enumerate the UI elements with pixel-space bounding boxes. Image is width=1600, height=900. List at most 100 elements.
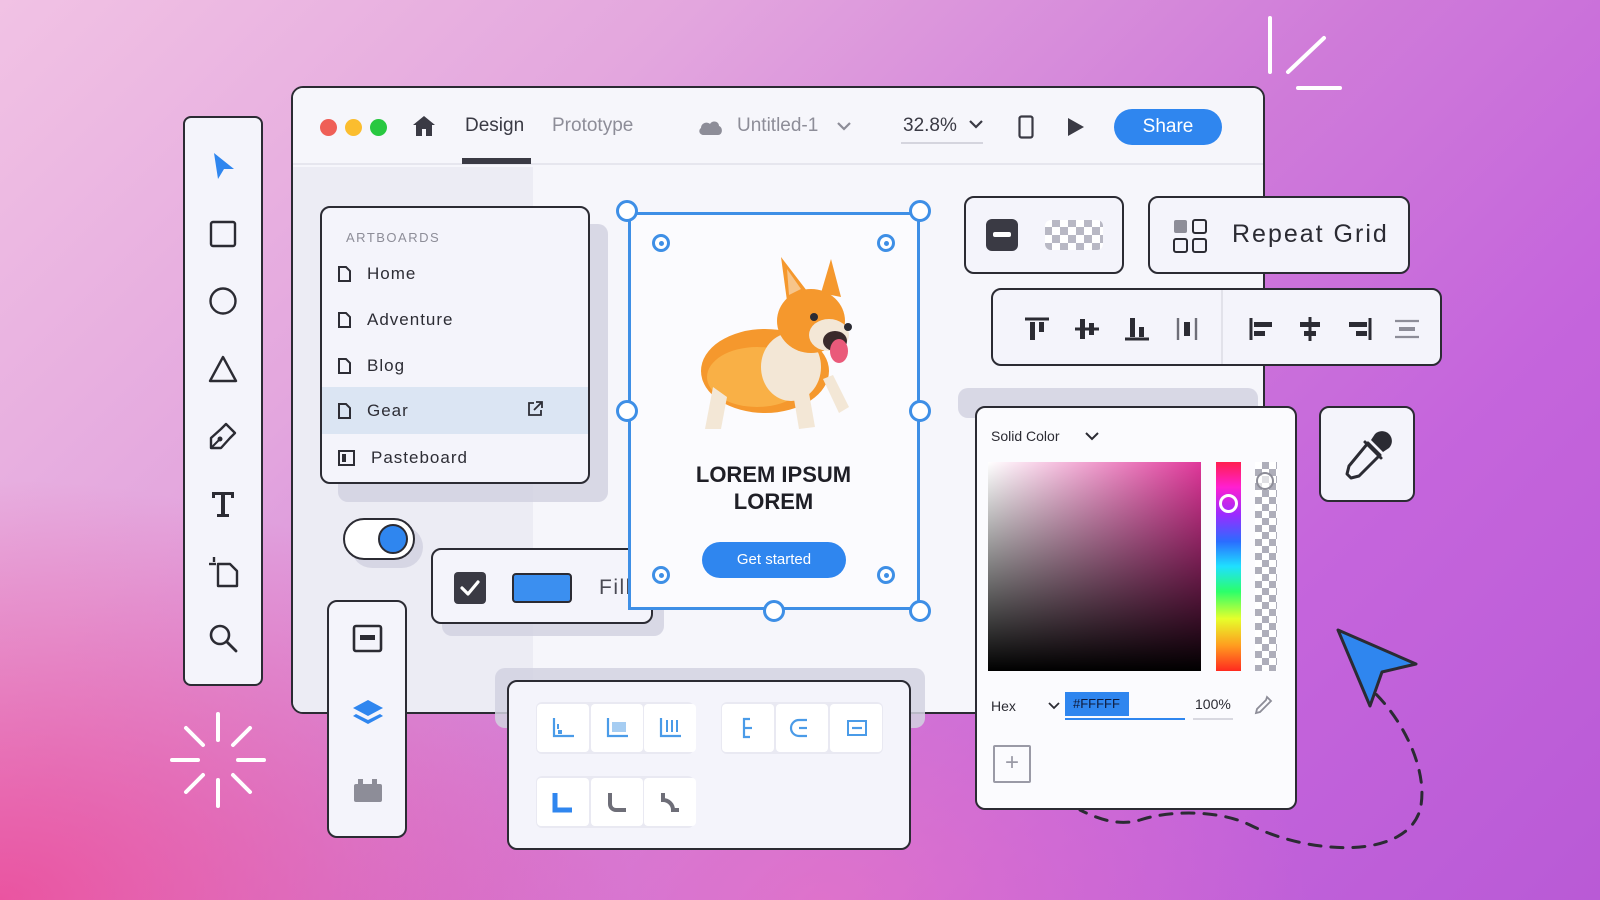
radius-handle-top-right[interactable]	[877, 234, 895, 252]
artboards-panel: ARTBOARDS Home Adventure Blog Gear Paste…	[320, 206, 590, 484]
eyedropper-panel[interactable]	[1319, 406, 1415, 502]
page-icon	[338, 311, 351, 328]
opacity-slider-thumb[interactable]	[1256, 472, 1274, 490]
layers-icon[interactable]	[351, 698, 385, 730]
padding-left-icon	[552, 718, 574, 738]
corner-square-button[interactable]	[537, 778, 589, 826]
stack-center-button[interactable]	[776, 704, 828, 752]
color-format-label[interactable]: Hex	[991, 698, 1016, 714]
zoom-tool[interactable]	[203, 618, 243, 658]
resize-handle-left[interactable]	[616, 400, 638, 422]
share-button[interactable]: Share	[1114, 109, 1222, 145]
home-icon[interactable]	[411, 114, 437, 138]
color-mode-label[interactable]: Solid Color	[991, 428, 1059, 444]
corner-square-icon	[552, 793, 572, 813]
padding-left-button[interactable]	[537, 704, 589, 752]
preview-headline-line1: LOREM IPSUM	[695, 462, 852, 487]
padding-all-icon	[659, 718, 681, 738]
corner-chamfer-icon	[661, 793, 679, 812]
cursor-icon	[1336, 628, 1418, 708]
pasteboard-icon	[338, 449, 355, 466]
hue-slider-thumb[interactable]	[1219, 494, 1238, 513]
get-started-button[interactable]: Get started	[702, 542, 846, 578]
resize-handle-bottom-right[interactable]	[909, 600, 931, 622]
maximize-window-button[interactable]	[370, 119, 387, 136]
corner-chamfer-button[interactable]	[644, 778, 696, 826]
external-link-icon[interactable]	[526, 400, 544, 418]
resize-handle-right[interactable]	[909, 400, 931, 422]
swatch-panel	[964, 196, 1124, 274]
rectangle-tool[interactable]	[203, 214, 243, 254]
align-panel	[991, 288, 1442, 366]
align-left-icon[interactable]	[1248, 316, 1276, 342]
tools-toolbar	[183, 116, 263, 686]
chevron-down-icon[interactable]	[1085, 432, 1099, 442]
radius-handle-bottom-right[interactable]	[877, 566, 895, 584]
stack-left-button[interactable]	[722, 704, 774, 752]
align-middle-icon[interactable]	[1073, 316, 1101, 342]
radius-handle-bottom-left[interactable]	[652, 566, 670, 584]
artboard-item-label: Pasteboard	[371, 447, 468, 467]
resize-handle-bottom[interactable]	[763, 600, 785, 622]
radius-handle-top-left[interactable]	[652, 234, 670, 252]
tab-prototype[interactable]: Prototype	[552, 115, 633, 137]
toggle-switch[interactable]	[343, 518, 415, 560]
artboard-item-label: Gear	[367, 400, 409, 420]
text-tool[interactable]	[203, 484, 243, 524]
zoom-value[interactable]: 32.8%	[903, 115, 957, 137]
artboards-heading: ARTBOARDS	[346, 230, 441, 245]
transparency-swatch-icon[interactable]	[1044, 219, 1104, 251]
repeat-grid-panel[interactable]: Repeat Grid	[1148, 196, 1410, 274]
title-bar: Design Prototype Untitled-1 32.8% Share	[293, 88, 1263, 165]
plugins-icon[interactable]	[352, 778, 384, 804]
fill-color-swatch[interactable]	[512, 573, 572, 603]
cloud-icon	[699, 121, 722, 135]
padding-all-button[interactable]	[644, 704, 696, 752]
corgi-illustration	[701, 257, 852, 429]
pen-tool[interactable]	[203, 416, 243, 456]
close-window-button[interactable]	[320, 119, 337, 136]
fill-checkbox[interactable]	[454, 572, 486, 604]
artboard-item-blog[interactable]: Blog	[322, 342, 588, 389]
artboard-item-home[interactable]: Home	[322, 250, 588, 297]
artboard-tool[interactable]	[203, 551, 243, 591]
resize-handle-top-left[interactable]	[616, 200, 638, 222]
artboard-item-gear[interactable]: Gear	[322, 387, 588, 434]
zoom-chevron-down-icon[interactable]	[969, 120, 983, 130]
stack-right-button[interactable]	[830, 704, 882, 752]
align-top-icon[interactable]	[1023, 316, 1051, 342]
artboard-item-label: Blog	[367, 355, 406, 375]
select-icon	[214, 153, 234, 179]
assets-icon[interactable]	[352, 624, 384, 654]
zoom-icon	[209, 624, 238, 653]
polygon-tool[interactable]	[203, 349, 243, 389]
distribute-vertical-icon[interactable]	[1393, 316, 1421, 342]
fill-panel: Fill	[431, 548, 653, 624]
artboard-item-label: Home	[367, 263, 417, 283]
tab-design[interactable]: Design	[465, 115, 524, 137]
align-bottom-icon[interactable]	[1123, 316, 1151, 342]
artboard-item-adventure[interactable]: Adventure	[322, 296, 588, 343]
distribute-horizontal-icon[interactable]	[1173, 316, 1201, 342]
select-tool[interactable]	[203, 146, 243, 186]
align-center-icon[interactable]	[1296, 316, 1324, 342]
page-icon	[338, 357, 351, 374]
mask-button[interactable]	[986, 219, 1018, 251]
add-swatch-button[interactable]: +	[993, 745, 1031, 783]
align-right-icon[interactable]	[1345, 316, 1373, 342]
corner-round-button[interactable]	[591, 778, 643, 826]
play-icon[interactable]	[1066, 117, 1086, 137]
artboard-item-pasteboard[interactable]: Pasteboard	[322, 434, 588, 481]
artboard-preview[interactable]: LOREM IPSUM LOREM Get started	[628, 212, 920, 610]
minus-icon	[993, 232, 1011, 237]
preview-headline-line2: LOREM	[733, 489, 814, 514]
resize-handle-top-right[interactable]	[909, 200, 931, 222]
padding-bottom-button[interactable]	[591, 704, 643, 752]
minimize-window-button[interactable]	[345, 119, 362, 136]
stack-center-icon	[789, 718, 807, 738]
device-preview-icon[interactable]	[1018, 115, 1034, 139]
chevron-down-icon[interactable]	[837, 122, 851, 132]
document-name[interactable]: Untitled-1	[737, 115, 818, 137]
page-icon	[338, 265, 351, 282]
ellipse-tool[interactable]	[203, 281, 243, 321]
